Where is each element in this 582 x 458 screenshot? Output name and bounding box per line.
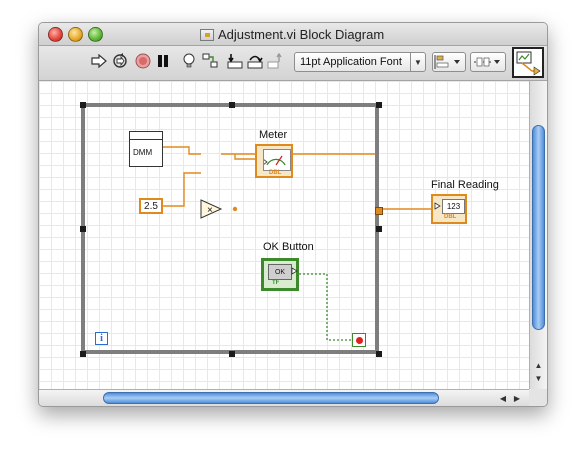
scroll-up-arrow-icon[interactable]: ▲ <box>532 359 545 371</box>
vertical-scroll-thumb[interactable] <box>532 125 545 330</box>
title-bar[interactable]: Adjustment.vi Block Diagram <box>39 23 547 46</box>
final-reading-terminal[interactable]: 123 DBL <box>431 194 467 224</box>
final-reading-label[interactable]: Final Reading <box>431 179 499 191</box>
loop-tunnel[interactable] <box>375 207 383 215</box>
ok-button-terminal[interactable]: OK TF <box>261 258 299 291</box>
run-arrow-icon[interactable] <box>90 52 108 70</box>
close-button[interactable] <box>48 27 63 42</box>
distribute-objects-icon <box>474 57 500 67</box>
meter-label[interactable]: Meter <box>259 129 287 141</box>
vi-connector-icon[interactable] <box>512 47 544 78</box>
input-arrow-icon <box>434 202 441 210</box>
loop-resize-handle[interactable] <box>376 351 382 357</box>
numeric-constant[interactable]: 2.5 <box>139 198 163 214</box>
stop-icon <box>356 337 363 344</box>
ok-button-label[interactable]: OK Button <box>263 241 314 253</box>
vi-file-icon <box>200 29 214 41</box>
tf-tag: TF <box>272 280 280 286</box>
loop-resize-handle[interactable] <box>376 102 382 108</box>
meter-gauge-icon <box>262 149 291 171</box>
while-loop[interactable] <box>80 102 382 357</box>
font-select-value: 11pt Application Font <box>300 56 402 68</box>
loop-resize-handle[interactable] <box>229 351 235 357</box>
align-objects-dropdown[interactable] <box>432 52 466 72</box>
chevron-down-icon: ▼ <box>410 53 425 71</box>
retain-wire-values-icon[interactable] <box>201 52 219 70</box>
step-over-icon[interactable] <box>246 52 264 70</box>
scroll-down-arrow-icon[interactable]: ▼ <box>532 372 545 384</box>
loop-resize-handle[interactable] <box>229 102 235 108</box>
dbl-tag: DBL <box>444 214 457 220</box>
scroll-left-arrow-icon[interactable]: ◀ <box>497 392 509 404</box>
numeric-indicator-text: 123 <box>442 199 465 214</box>
loop-resize-handle[interactable] <box>80 102 86 108</box>
dmm-subvi[interactable]: DMM <box>129 131 163 167</box>
loop-resize-handle[interactable] <box>376 226 382 232</box>
output-arrow-icon <box>291 267 298 275</box>
dbl-tag: DBL <box>269 170 282 176</box>
resize-grip-icon[interactable] <box>529 389 547 406</box>
block-diagram-window: Adjustment.vi Block Diagram 11pt Applica… <box>38 22 548 407</box>
toolbar: 11pt Application Font ▼ <box>39 46 547 81</box>
step-out-icon[interactable] <box>266 52 284 70</box>
loop-resize-handle[interactable] <box>80 226 86 232</box>
run-continuously-icon[interactable] <box>111 52 129 70</box>
dmm-text: DMM <box>133 148 153 157</box>
iteration-terminal-icon[interactable]: i <box>95 332 108 345</box>
constant-value: 2.5 <box>144 200 158 212</box>
step-into-icon[interactable] <box>226 52 244 70</box>
loop-stop-condition[interactable] <box>352 333 366 347</box>
font-select[interactable]: 11pt Application Font ▼ <box>294 52 426 72</box>
window-title: Adjustment.vi Block Diagram <box>218 27 385 42</box>
highlight-execution-icon[interactable] <box>180 52 198 70</box>
ok-text: OK <box>268 264 292 280</box>
align-objects-icon <box>434 55 460 69</box>
minimize-button[interactable] <box>68 27 83 42</box>
zoom-button[interactable] <box>88 27 103 42</box>
block-diagram-canvas[interactable]: × Meter DBL DMM 2.5 Final Reading 123 DB… <box>39 81 529 389</box>
horizontal-scrollbar[interactable]: ◀ ▶ <box>39 389 529 406</box>
meter-terminal[interactable]: DBL <box>255 144 293 178</box>
vertical-scrollbar[interactable]: ▲ ▼ <box>529 81 547 389</box>
horizontal-scroll-thumb[interactable] <box>103 392 439 404</box>
abort-icon[interactable] <box>134 52 152 70</box>
loop-resize-handle[interactable] <box>80 351 86 357</box>
distribute-objects-dropdown[interactable] <box>470 52 506 72</box>
scroll-right-arrow-icon[interactable]: ▶ <box>511 392 523 404</box>
pause-icon[interactable] <box>154 52 172 70</box>
